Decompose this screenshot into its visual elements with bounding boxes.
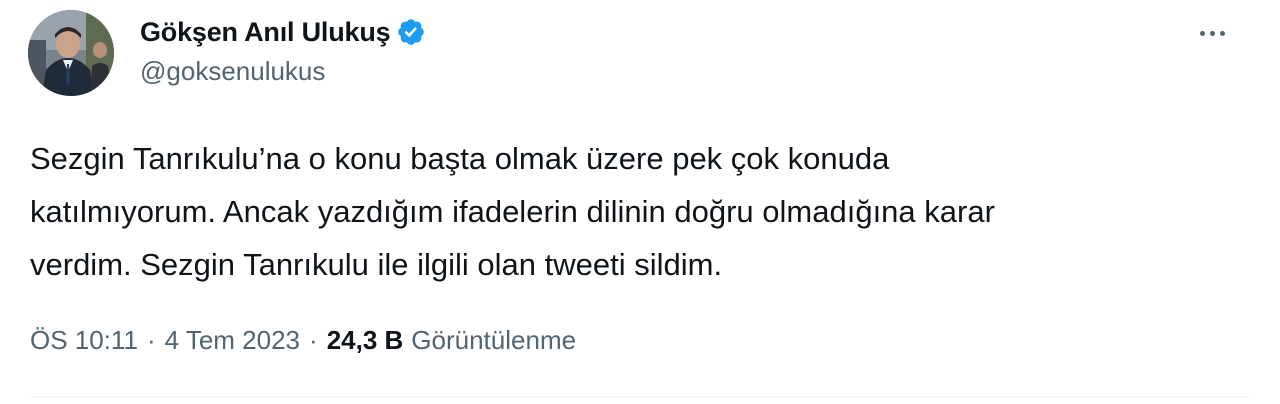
meta-separator: ·	[146, 324, 156, 355]
views-count: 24,3 B	[326, 324, 404, 355]
tweet-date[interactable]: 4 Tem 2023	[165, 325, 300, 356]
tweet-text-line: verdim. Sezgin Tanrıkulu ile ilgili olan…	[30, 247, 723, 282]
tweet-meta: ÖS 10:11 · 4 Tem 2023 · 24,3 B Görüntüle…	[30, 318, 576, 362]
author-name-row: Gökşen Anıl Ulukuş	[140, 14, 426, 50]
tweet-text-line: Sezgin Tanrıkulu’na o konu başta olmak ü…	[30, 141, 890, 176]
tweet-text-line: katılmıyorum. Ancak yazdığım ifadelerin …	[30, 194, 995, 229]
meta-separator: ·	[309, 324, 318, 355]
author-name[interactable]: Gökşen Anıl Ulukuş	[140, 17, 391, 48]
verified-badge-icon[interactable]	[396, 17, 426, 47]
author-handle[interactable]: @goksenulukus	[140, 56, 325, 87]
divider	[30, 396, 1250, 397]
tweet-text: Sezgin Tanrıkulu’na o konu başta olmak ü…	[30, 132, 1240, 291]
tweet-time[interactable]: ÖS 10:11	[30, 325, 138, 356]
author-avatar[interactable]	[28, 10, 114, 96]
more-options-icon[interactable]	[1188, 16, 1236, 50]
avatar-photo-icon	[28, 10, 114, 96]
tweet: Gökşen Anıl Ulukuş @goksenulukus Sezgin …	[0, 0, 1280, 404]
views-label: Görüntülenme	[411, 324, 577, 355]
